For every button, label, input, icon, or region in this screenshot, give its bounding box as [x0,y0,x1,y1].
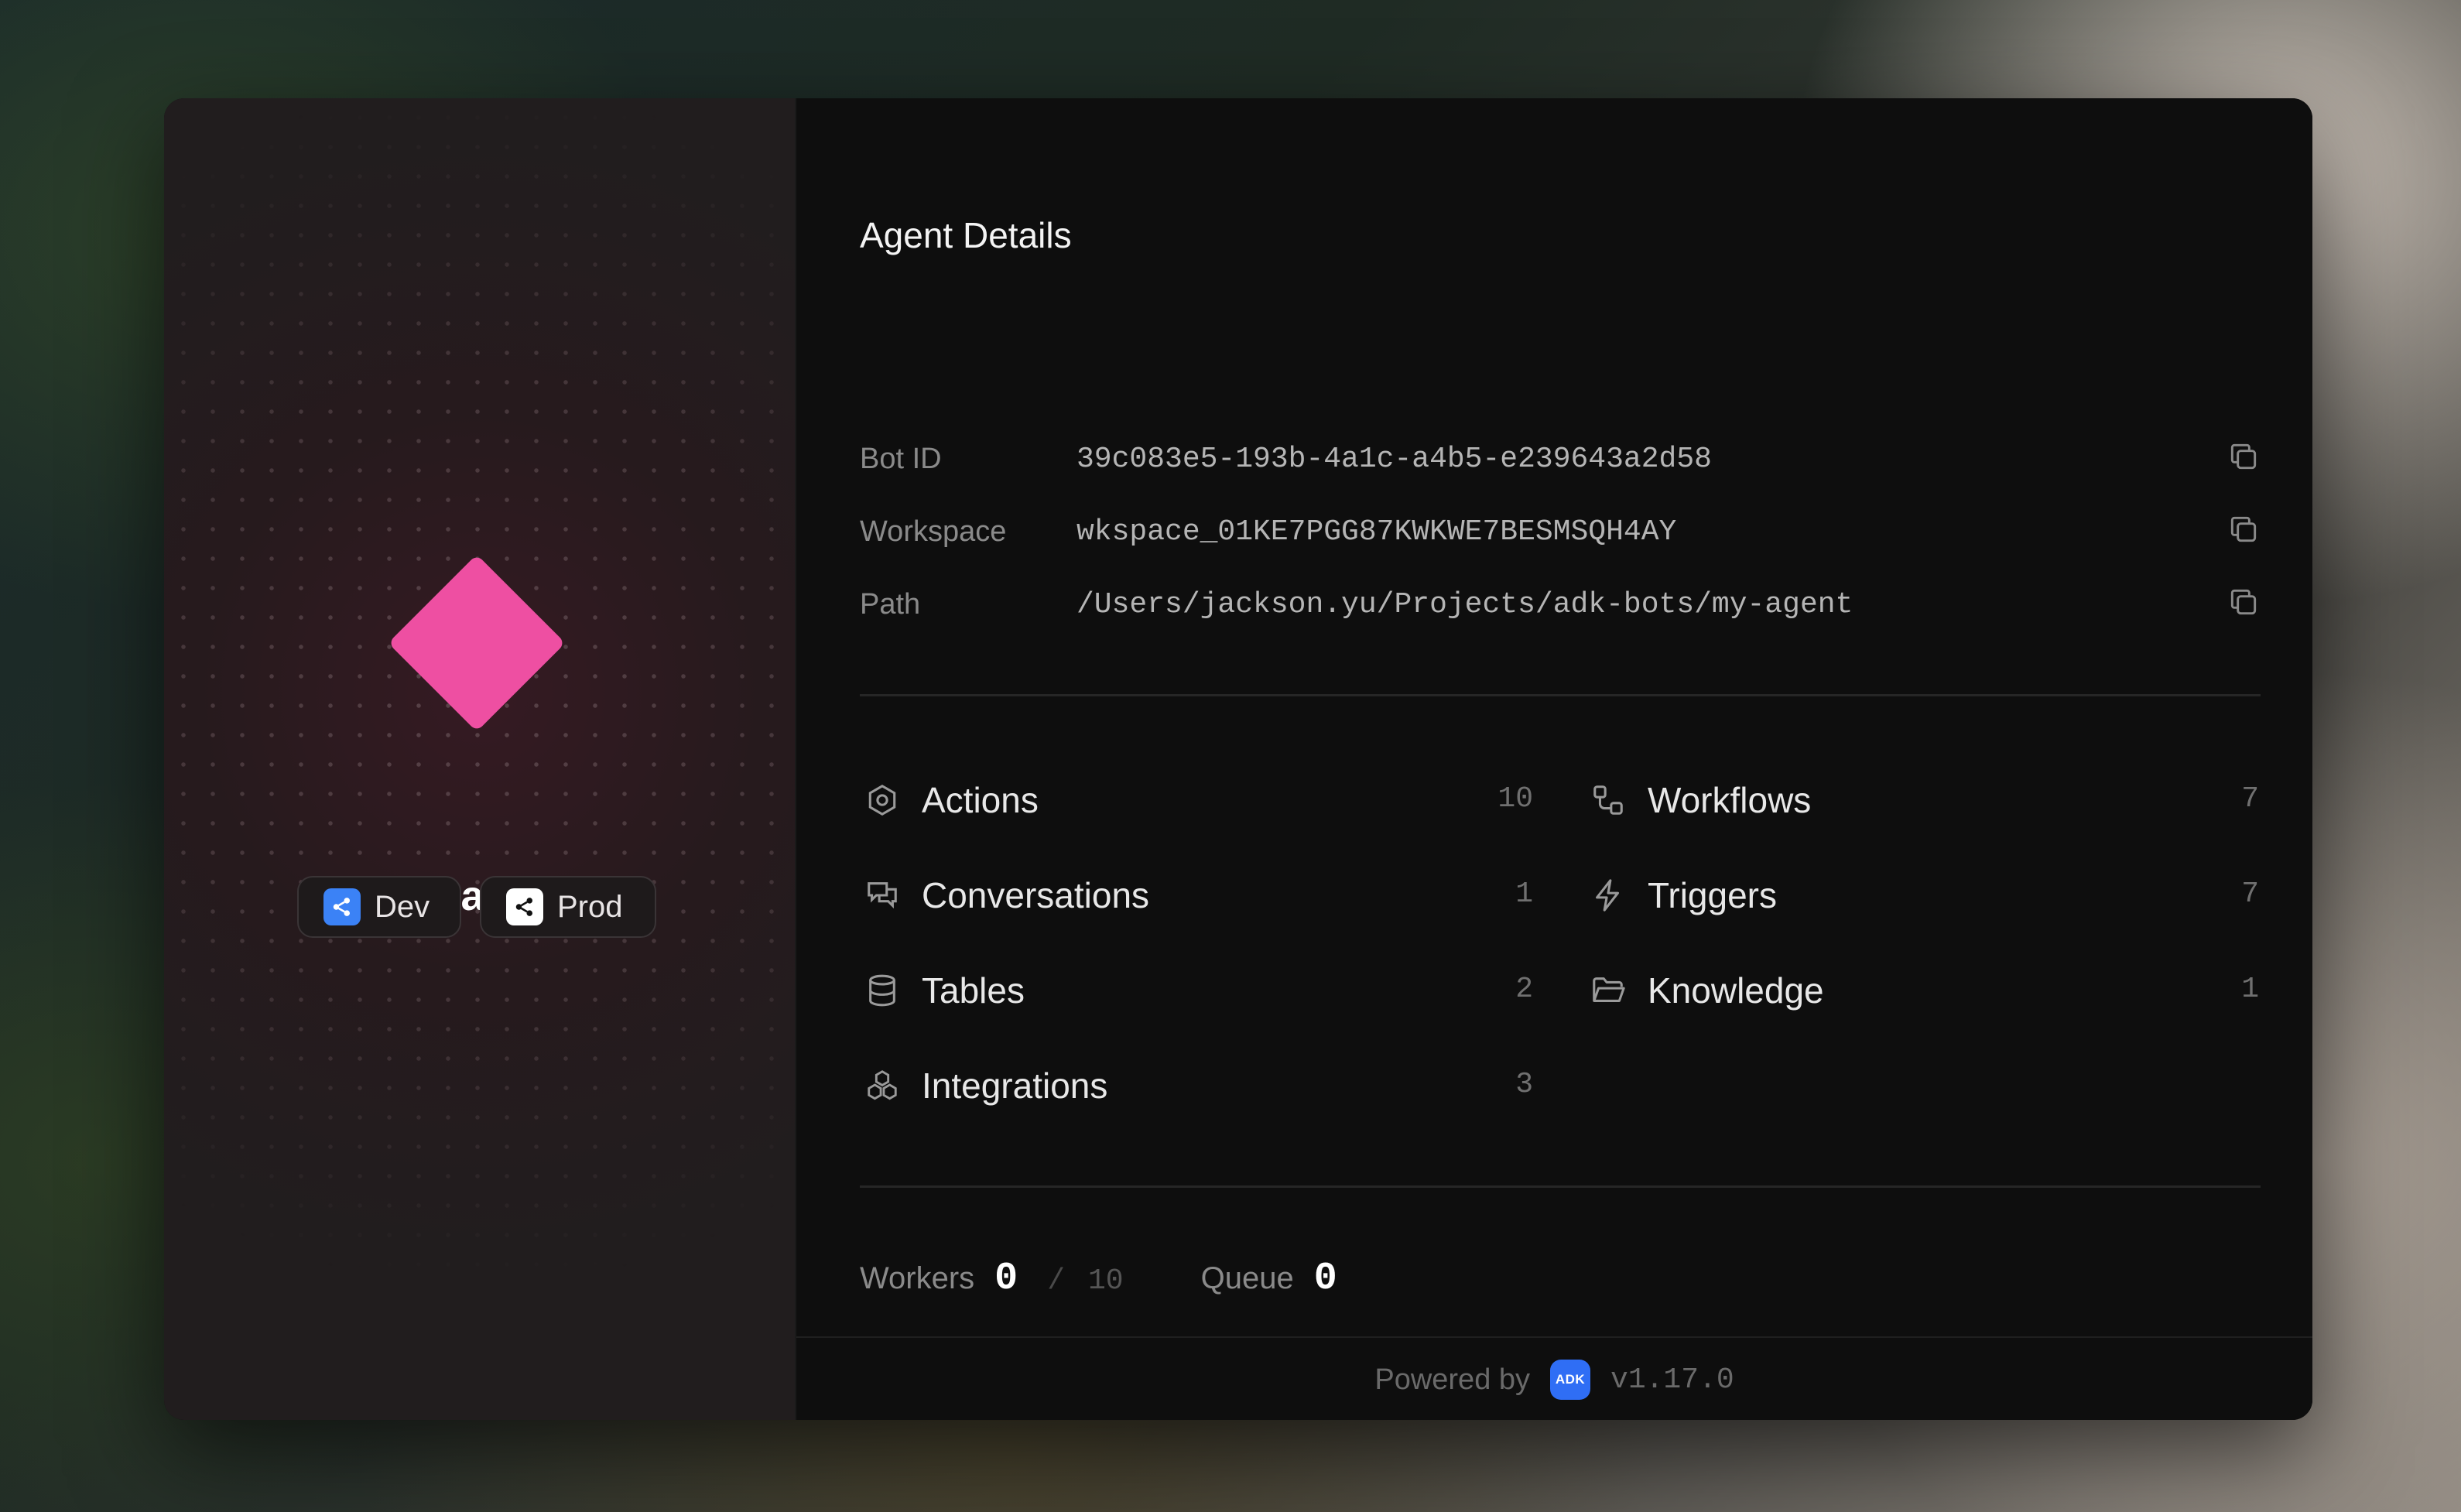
dev-button[interactable]: Dev [297,876,461,938]
boxes-icon [864,1068,900,1103]
workers-separator: / [1047,1264,1065,1298]
stat-integrations[interactable]: Integrations 3 [860,1059,1533,1113]
worker-metrics: Workers 0 / 10 Queue 0 [860,1257,1337,1301]
stat-count: 1 [1515,877,1533,911]
divider [860,1185,2261,1188]
details-panel: Agent Details Bot ID 39c083e5-193b-4a1c-… [796,98,2312,1420]
stat-label: Tables [922,970,1025,1011]
stat-count: 7 [2241,877,2259,911]
stat-count: 7 [2241,782,2259,816]
powered-by-text: Powered by [1374,1363,1531,1396]
agent-window: my-agent Dev [164,98,2312,1420]
stat-tables[interactable]: Tables 2 [860,963,1533,1018]
detail-value: 39c083e5-193b-4a1c-a4b5-e239643a2d58 [1076,443,1712,476]
stat-label: Knowledge [1648,970,1824,1011]
stat-count: 3 [1515,1068,1533,1101]
folder-icon [1590,973,1626,1008]
workers-value: 0 [994,1257,1018,1301]
adk-logo: ADK [1550,1360,1591,1400]
details-title: Agent Details [860,215,1072,255]
detail-value: /Users/jackson.yu/Projects/adk-bots/my-a… [1076,588,1853,621]
stat-count: 10 [1497,782,1533,816]
workers-label: Workers [860,1261,975,1295]
divider [860,694,2261,696]
lightning-icon [1590,877,1626,913]
queue-value: 0 [1313,1257,1337,1301]
copy-icon[interactable] [2227,585,2261,619]
prod-button[interactable]: Prod [480,876,656,938]
stat-count: 1 [2241,973,2259,1006]
detail-row-workspace: Workspace wkspace_01KE7PGG87KWKWE7BESMSQ… [860,508,2261,554]
stat-triggers[interactable]: Triggers 7 [1586,868,2259,922]
stat-workflows[interactable]: Workflows 7 [1586,773,2259,827]
queue-label: Queue [1200,1261,1294,1295]
version-text: v1.17.0 [1610,1363,1734,1397]
share-icon [323,888,361,925]
detail-row-path: Path /Users/jackson.yu/Projects/adk-bots… [860,580,2261,627]
detail-label: Path [860,588,921,621]
workflow-icon [1590,782,1626,818]
prod-button-label: Prod [557,889,623,924]
agent-panel: my-agent Dev [164,98,795,1420]
stat-actions[interactable]: Actions 10 [860,773,1533,827]
stat-count: 2 [1515,973,1533,1006]
share-icon [506,888,543,925]
chat-icon [864,877,900,913]
database-icon [864,973,900,1008]
stat-conversations[interactable]: Conversations 1 [860,868,1533,922]
workers-max: 10 [1088,1264,1124,1298]
stat-label: Conversations [922,875,1150,915]
dev-button-label: Dev [375,889,430,924]
dot-pattern [164,98,795,1420]
detail-label: Workspace [860,515,1007,548]
stat-knowledge[interactable]: Knowledge 1 [1586,963,2259,1018]
detail-label: Bot ID [860,443,942,475]
stat-label: Actions [922,780,1039,820]
hexagon-icon [864,782,900,818]
copy-icon[interactable] [2227,440,2261,474]
stat-label: Triggers [1648,875,1777,915]
footer: Powered by ADK v1.17.0 [796,1336,2312,1420]
detail-value: wkspace_01KE7PGG87KWKWE7BESMSQH4AY [1076,515,1677,549]
detail-row-bot-id: Bot ID 39c083e5-193b-4a1c-a4b5-e239643a2… [860,435,2261,481]
stat-label: Workflows [1648,780,1812,820]
stat-label: Integrations [922,1066,1108,1106]
copy-icon[interactable] [2227,512,2261,546]
